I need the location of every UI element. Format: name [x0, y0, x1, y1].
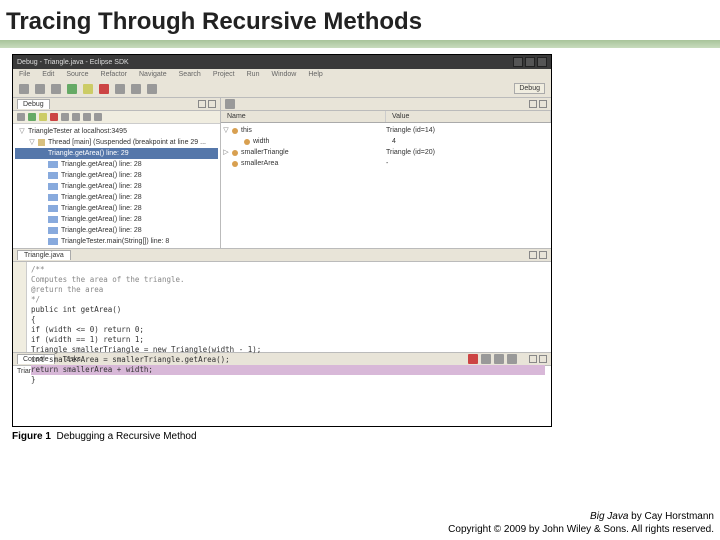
- pause-icon[interactable]: [39, 113, 47, 121]
- stack-frame[interactable]: Triangle.getArea() line: 28: [15, 192, 218, 203]
- variables-panel: Name Value ▽thisTriangle (id=14)width4▷s…: [221, 98, 551, 248]
- stepover-icon[interactable]: [83, 113, 91, 121]
- vars-tab-bar: [221, 98, 551, 111]
- print-icon[interactable]: [51, 84, 61, 94]
- variables-icon: [225, 99, 235, 109]
- step-over-icon[interactable]: [131, 84, 141, 94]
- stack-frame[interactable]: ▽TriangleTester at localhost:3495: [15, 126, 218, 137]
- stack-frame[interactable]: Triangle.getArea() line: 28: [15, 225, 218, 236]
- menu-refactor[interactable]: Refactor: [101, 71, 127, 78]
- variable-row[interactable]: ▷smallerTriangleTriangle (id=20): [223, 147, 549, 158]
- title-underline: [0, 40, 720, 48]
- window-titlebar: Debug - Triangle.java - Eclipse SDK: [13, 55, 551, 69]
- stack-frame[interactable]: Triangle.getArea() line: 29: [15, 148, 218, 159]
- menu-window[interactable]: Window: [271, 71, 296, 78]
- gutter: [13, 262, 27, 352]
- maximize-panel-icon[interactable]: [539, 100, 547, 108]
- editor-panel: Triangle.java /** Computes the area of t…: [13, 248, 551, 352]
- menubar[interactable]: File Edit Source Refactor Navigate Searc…: [13, 69, 551, 80]
- code-editor[interactable]: /** Computes the area of the triangle. @…: [13, 262, 551, 352]
- minimize-panel-icon[interactable]: [529, 251, 537, 259]
- minimize-panel-icon[interactable]: [198, 100, 206, 108]
- variable-row[interactable]: width4: [223, 136, 549, 147]
- menu-file[interactable]: File: [19, 71, 30, 78]
- save-icon[interactable]: [35, 84, 45, 94]
- resume-icon[interactable]: [67, 84, 77, 94]
- minimize-button[interactable]: [513, 57, 523, 67]
- figure-number: Figure 1: [12, 431, 51, 442]
- menu-search[interactable]: Search: [179, 71, 201, 78]
- stepinto-icon[interactable]: [72, 113, 80, 121]
- stack-frame[interactable]: TriangleTester.main(String[]) line: 8: [15, 236, 218, 247]
- menu-source[interactable]: Source: [66, 71, 88, 78]
- figure-caption: Figure 1 Debugging a Recursive Method: [0, 427, 720, 442]
- col-value[interactable]: Value: [386, 111, 551, 122]
- variables-tree[interactable]: ▽thisTriangle (id=14)width4▷smallerTrian…: [221, 123, 551, 248]
- debug-tab[interactable]: Debug: [17, 99, 50, 109]
- slide-title: Tracing Through Recursive Methods: [0, 0, 720, 40]
- step-into-icon[interactable]: [115, 84, 125, 94]
- copyright-footer: Big Java by Cay Horstmann Copyright © 20…: [448, 510, 714, 536]
- book-title: Big Java: [590, 511, 628, 522]
- maximize-button[interactable]: [525, 57, 535, 67]
- stack-frame[interactable]: Triangle.getArea() line: 28: [15, 214, 218, 225]
- editor-file-tab[interactable]: Triangle.java: [17, 250, 71, 260]
- menu-project[interactable]: Project: [213, 71, 235, 78]
- vars-columns: Name Value: [221, 111, 551, 123]
- stack-frame[interactable]: Triangle.getArea() line: 28: [15, 159, 218, 170]
- stack-frame[interactable]: Triangle.getArea() line: 28: [15, 203, 218, 214]
- disconnect-icon[interactable]: [61, 113, 69, 121]
- col-name[interactable]: Name: [221, 111, 386, 122]
- stop-icon[interactable]: [50, 113, 58, 121]
- editor-tab-bar: Triangle.java: [13, 249, 551, 262]
- window-title: Debug - Triangle.java - Eclipse SDK: [17, 59, 129, 66]
- debug-tab-bar: Debug: [13, 98, 220, 111]
- terminate-icon[interactable]: [99, 84, 109, 94]
- maximize-panel-icon[interactable]: [539, 251, 547, 259]
- remove-icon[interactable]: [17, 113, 25, 121]
- debug-call-stack[interactable]: ▽TriangleTester at localhost:3495▽Thread…: [13, 124, 220, 248]
- maximize-panel-icon[interactable]: [208, 100, 216, 108]
- stack-frame[interactable]: ▽Thread [main] (Suspended (breakpoint at…: [15, 137, 218, 148]
- menu-edit[interactable]: Edit: [42, 71, 54, 78]
- copyright-text: Copyright © 2009 by John Wiley & Sons. A…: [448, 523, 714, 536]
- stack-frame[interactable]: Triangle.getArea() line: 28: [15, 181, 218, 192]
- book-author: by Cay Horstmann: [628, 511, 714, 522]
- perspective-button[interactable]: Debug: [514, 83, 545, 94]
- debug-toolbar: [13, 111, 220, 124]
- stepout-icon[interactable]: [94, 113, 102, 121]
- figure-text: Debugging a Recursive Method: [56, 431, 196, 442]
- variable-row[interactable]: ▽thisTriangle (id=14): [223, 125, 549, 136]
- upper-panels: Debug ▽TriangleTester at localhost:3495▽…: [13, 98, 551, 248]
- variable-row[interactable]: smallerArea-: [223, 158, 549, 169]
- debug-panel: Debug ▽TriangleTester at localhost:3495▽…: [13, 98, 221, 248]
- menu-help[interactable]: Help: [308, 71, 322, 78]
- ide-window: Debug - Triangle.java - Eclipse SDK File…: [12, 54, 552, 427]
- close-button[interactable]: [537, 57, 547, 67]
- menu-navigate[interactable]: Navigate: [139, 71, 167, 78]
- step-return-icon[interactable]: [147, 84, 157, 94]
- resume-icon[interactable]: [28, 113, 36, 121]
- suspend-icon[interactable]: [83, 84, 93, 94]
- stack-frame[interactable]: Triangle.getArea() line: 28: [15, 170, 218, 181]
- main-toolbar: Debug: [13, 80, 551, 98]
- menu-run[interactable]: Run: [247, 71, 260, 78]
- minimize-panel-icon[interactable]: [529, 100, 537, 108]
- new-icon[interactable]: [19, 84, 29, 94]
